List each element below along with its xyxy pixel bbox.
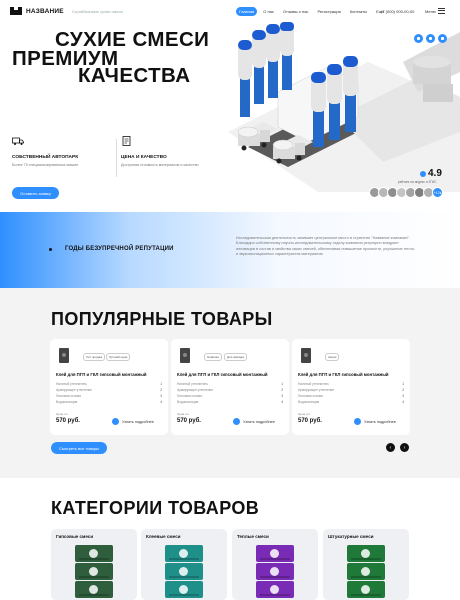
truck-icon: [12, 137, 24, 145]
learn-more-button[interactable]: Узнать подробнее: [233, 418, 275, 425]
product-bag-image: [180, 348, 190, 363]
rating-badge-icon: [420, 170, 426, 177]
site-header: НАЗВАНИЕ Стройбазовые сухие смеси Главна…: [0, 0, 460, 22]
product-price: 570 руб.: [298, 418, 322, 424]
product-spec: Армирующее утепление 2: [56, 388, 162, 392]
logo-mark-icon: [10, 7, 22, 15]
nav-item-home[interactable]: Главная: [236, 7, 258, 16]
nav-item-reviews[interactable]: Отзывы о нас: [280, 7, 312, 16]
reputation-text: Исследовательская деятельность занимает …: [236, 236, 416, 257]
product-spec: Водоизоляция 4: [298, 400, 404, 404]
product-name[interactable]: Клей для ПГП и ГКЛ гипсовый монтажный: [177, 372, 268, 377]
whatsapp-icon[interactable]: [438, 34, 447, 43]
product-spec: Водоизоляция 4: [177, 400, 283, 404]
feature-price-desc: Доступная стоимость материалов и качеств…: [121, 163, 199, 167]
category-card-warm[interactable]: Теплые смеси: [232, 529, 318, 600]
product-spec: Налитый утеплитель 1: [298, 382, 404, 386]
price-label: Цена шт.: [298, 412, 311, 416]
reputation-band: ГОДЫ БЕЗУПРЕЧНОЙ РЕПУТАЦИИ Исследователь…: [0, 212, 460, 288]
product-tag: Новинка: [204, 353, 222, 361]
product-tag: Лучший цена: [106, 353, 131, 361]
carousel-next-icon[interactable]: ›: [400, 443, 409, 452]
menu-label[interactable]: Меню: [425, 9, 436, 14]
categories-title: КАТЕГОРИИ ТОВАРОВ: [51, 498, 260, 518]
logo[interactable]: НАЗВАНИЕ Стройбазовые сухие смеси: [10, 7, 123, 15]
product-tag: Акция: [325, 353, 340, 361]
category-name: Гипсовые смеси: [56, 534, 94, 539]
nav-item-contacts[interactable]: Контакты: [347, 7, 370, 16]
nav-item-registration[interactable]: Регистрация: [314, 7, 343, 16]
main-nav: Главная О нас Отзывы о нас Регистрация К…: [236, 7, 387, 16]
feature-divider: [116, 139, 117, 177]
learn-more-button[interactable]: Узнать подробнее: [112, 418, 154, 425]
learn-more-button[interactable]: Узнать подробнее: [354, 418, 396, 425]
product-bag-image: [301, 348, 311, 363]
burger-menu-icon[interactable]: [438, 8, 445, 15]
hero-section: СУХИЕ СМЕСИ ПРЕМИУМ КАЧЕСТВА СОБСТВЕННЫЙ…: [0, 22, 460, 212]
product-spec: Налитый утеплитель 1: [56, 382, 162, 386]
product-bag-image: [59, 348, 69, 363]
feature-price-quality: ЦЕНА И КАЧЕСТВО Доступная стоимость мате…: [121, 136, 226, 186]
telegram-icon[interactable]: [426, 34, 435, 43]
price-label: Цена шт.: [56, 412, 69, 416]
categories-section: КАТЕГОРИИ ТОВАРОВ Гипсовые смеси Клеевые…: [0, 478, 460, 600]
rating-block: 4.9: [420, 168, 442, 179]
category-card-adhesive[interactable]: Клеевые смеси: [141, 529, 227, 600]
product-card[interactable]: Хит продаж Лучший цена Клей для ПГП и ГК…: [50, 339, 168, 435]
product-spec: Водоизоляция 4: [56, 400, 162, 404]
popular-products-section: ПОПУЛЯРНЫЕ ТОВАРЫ Хит продаж Лучший цена…: [0, 288, 460, 478]
rating-subtitle: рейтинг на яндекс и 2ГИС: [398, 180, 437, 184]
product-spec: Налитый утеплитель 1: [177, 382, 283, 386]
document-icon: [122, 136, 131, 146]
vk-icon[interactable]: [414, 34, 423, 43]
product-tag: Для фасада: [224, 353, 247, 361]
category-name: Теплые смеси: [237, 534, 269, 539]
product-spec: Гипсовая основа 3: [56, 394, 162, 398]
social-links: [414, 34, 447, 43]
feature-price-title: ЦЕНА И КАЧЕСТВО: [121, 155, 167, 160]
feature-fleet-title: СОБСТВЕННЫЙ АВТОПАРК: [12, 155, 79, 160]
product-tag: Хит продаж: [83, 353, 106, 361]
category-name: Штукатурные смеси: [328, 534, 374, 539]
product-spec: Гипсовая основа 3: [298, 394, 404, 398]
avatars-more-badge[interactable]: +12к: [432, 187, 443, 198]
product-price: 570 руб.: [56, 418, 80, 424]
category-card-plaster[interactable]: Штукатурные смеси: [323, 529, 409, 600]
feature-fleet-desc: Более 70 специализированных машин: [12, 163, 79, 167]
brand-name: НАЗВАНИЕ: [26, 7, 64, 15]
phone-link[interactable]: +7 (000) 000-00-00: [380, 9, 414, 14]
product-spec: Армирующее утепление 2: [177, 388, 283, 392]
category-bags-image: [165, 545, 203, 600]
reviewer-avatars: +12к: [369, 187, 443, 198]
product-card[interactable]: Акция Клей для ПГП и ГКЛ гипсовый монтаж…: [292, 339, 410, 435]
popular-title: ПОПУЛЯРНЫЕ ТОВАРЫ: [51, 309, 273, 329]
hero-title-line3: КАЧЕСТВА: [78, 64, 191, 87]
concrete-plant-illustration: [228, 22, 460, 192]
carousel-prev-icon[interactable]: ‹: [386, 443, 395, 452]
arrow-right-icon: [233, 418, 240, 425]
product-price: 570 руб.: [177, 418, 201, 424]
bullet-dot-icon: [49, 248, 52, 251]
category-bags-image: [75, 545, 113, 600]
category-name: Клеевые смеси: [146, 534, 181, 539]
product-card[interactable]: Новинка Для фасада Клей для ПГП и ГКЛ ги…: [171, 339, 289, 435]
nav-item-about[interactable]: О нас: [260, 7, 277, 16]
feature-fleet: СОБСТВЕННЫЙ АВТОПАРК Более 70 специализи…: [12, 136, 117, 186]
price-label: Цена шт.: [177, 412, 190, 416]
leave-request-button[interactable]: Оставить заявку: [12, 187, 59, 199]
category-bags-image: [256, 545, 294, 600]
brand-subtitle: Стройбазовые сухие смеси: [71, 8, 123, 14]
product-name[interactable]: Клей для ПГП и ГКЛ гипсовый монтажный: [56, 372, 147, 377]
rating-value: 4.9: [428, 168, 442, 179]
reputation-title: ГОДЫ БЕЗУПРЕЧНОЙ РЕПУТАЦИИ: [65, 246, 174, 252]
category-bags-image: [347, 545, 385, 600]
arrow-right-icon: [354, 418, 361, 425]
product-spec: Гипсовая основа 3: [177, 394, 283, 398]
product-spec: Армирующее утепление 2: [298, 388, 404, 392]
product-name[interactable]: Клей для ПГП и ГКЛ гипсовый монтажный: [298, 372, 389, 377]
category-card-gypsum[interactable]: Гипсовые смеси: [51, 529, 137, 600]
view-all-products-button[interactable]: Смотреть все товары: [51, 442, 107, 454]
arrow-right-icon: [112, 418, 119, 425]
